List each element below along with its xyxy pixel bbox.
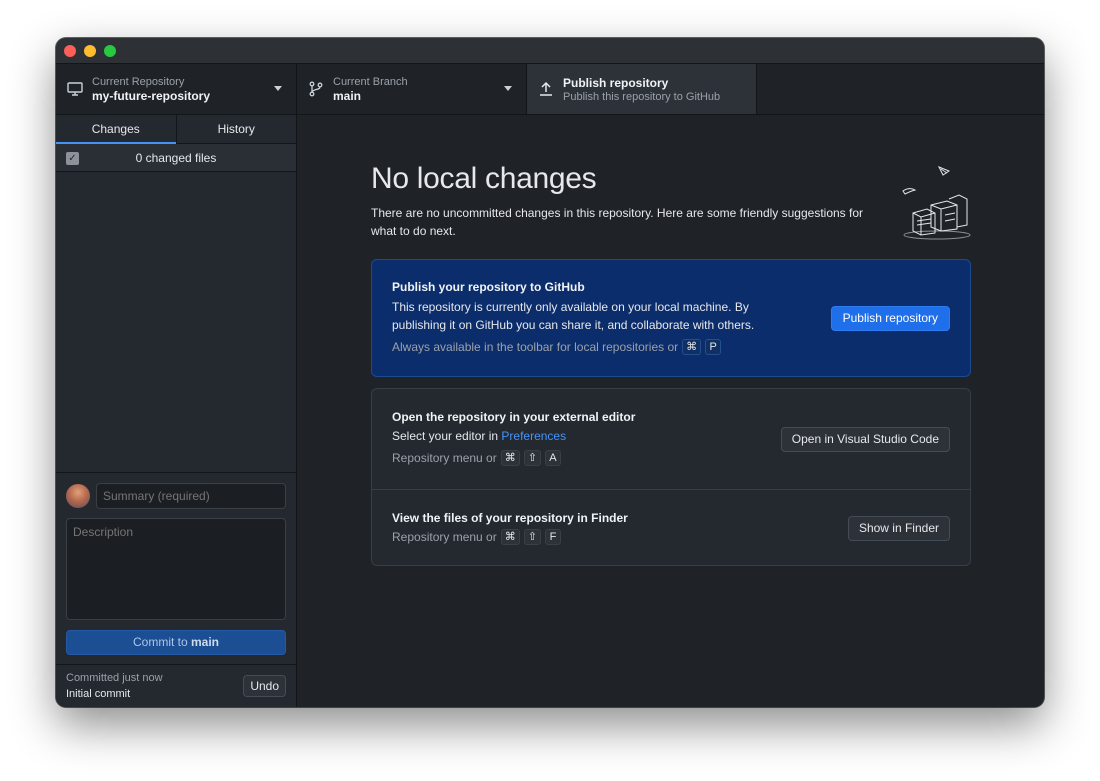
empty-state-illustration — [902, 166, 971, 240]
branch-icon — [309, 81, 323, 97]
commit-button[interactable]: Commit to main — [66, 630, 286, 655]
upload-icon — [540, 81, 552, 96]
branch-label: Current Branch — [333, 76, 408, 88]
chevron-down-icon — [274, 86, 282, 91]
toolbar: Current Repository my-future-repository … — [56, 64, 1044, 115]
command-key: ⌘ — [682, 339, 702, 355]
preferences-link[interactable]: Preferences — [501, 429, 566, 443]
commit-button-prefix: Commit to — [132, 635, 191, 649]
open-in-editor-button[interactable]: Open in Visual Studio Code — [780, 427, 950, 452]
zoom-window-button[interactable] — [104, 45, 116, 57]
editor-hint-text: Repository menu or — [392, 451, 497, 465]
undo-button[interactable]: Undo — [243, 675, 286, 697]
repository-label: Current Repository — [92, 76, 185, 88]
current-repository-dropdown[interactable]: Current Repository my-future-repository — [56, 64, 297, 114]
f-key: F — [544, 529, 561, 545]
publish-repository-button[interactable]: Publish repository — [830, 306, 950, 331]
publish-repository-toolbar-button[interactable]: Publish repository Publish this reposito… — [527, 64, 757, 114]
a-key: A — [544, 450, 561, 466]
shift-key: ⇧ — [523, 450, 541, 466]
actions-card: Open the repository in your external edi… — [371, 388, 971, 566]
editor-row: Open the repository in your external edi… — [372, 389, 970, 489]
description-field[interactable] — [66, 518, 286, 620]
app-window: Current Repository my-future-repository … — [56, 38, 1044, 707]
editor-hint: Repository menu or ⌘ ⇧ A — [392, 450, 561, 466]
tab-changes[interactable]: Changes — [56, 115, 176, 144]
summary-input[interactable] — [96, 483, 286, 509]
changes-header: ✓ 0 changed files — [56, 144, 296, 172]
commit-area: Commit to main — [56, 472, 296, 664]
editor-desc-prefix: Select your editor in — [392, 429, 502, 443]
avatar — [66, 484, 90, 508]
repository-name: my-future-repository — [92, 89, 211, 103]
main-panel: No local changes There are no uncommitte… — [297, 115, 1044, 707]
command-key: ⌘ — [500, 450, 520, 466]
publish-subtitle: Publish this repository to GitHub — [563, 91, 721, 103]
publish-card-description: This repository is currently only availa… — [392, 300, 755, 332]
last-commit-time: Committed just now — [66, 672, 163, 684]
publish-card-title: Publish your repository to GitHub — [392, 280, 585, 294]
page-description: There are no uncommitted changes in this… — [371, 206, 864, 238]
shift-key: ⇧ — [523, 529, 541, 545]
commit-button-branch: main — [191, 635, 220, 649]
close-window-button[interactable] — [64, 45, 76, 57]
publish-card: Publish your repository to GitHub This r… — [371, 259, 971, 377]
finder-hint: Repository menu or ⌘ ⇧ F — [392, 529, 561, 545]
sidebar: Changes History ✓ 0 changed files Commit… — [56, 115, 297, 707]
last-commit-panel: Committed just now Initial commit Undo — [56, 664, 296, 707]
sidebar-tabs: Changes History — [56, 115, 296, 144]
command-key: ⌘ — [500, 529, 520, 545]
p-key: P — [705, 339, 722, 355]
finder-row: View the files of your repository in Fin… — [372, 489, 970, 566]
last-commit-message: Initial commit — [66, 688, 131, 700]
title-bar — [56, 38, 1044, 64]
show-in-finder-button[interactable]: Show in Finder — [847, 516, 950, 541]
publish-hint-text: Always available in the toolbar for loca… — [392, 340, 679, 354]
branch-name: main — [333, 89, 362, 103]
changed-files-count: 0 changed files — [135, 150, 217, 165]
publish-title: Publish repository — [563, 76, 669, 90]
tab-history[interactable]: History — [175, 115, 297, 143]
editor-description: Select your editor in Preferences — [392, 427, 566, 445]
minimize-window-button[interactable] — [84, 45, 96, 57]
current-branch-dropdown[interactable]: Current Branch main — [297, 64, 527, 114]
chevron-down-icon — [504, 86, 512, 91]
select-all-checkbox[interactable]: ✓ — [66, 152, 79, 165]
finder-hint-text: Repository menu or — [392, 530, 497, 544]
page-title: No local changes — [371, 162, 597, 195]
editor-title: Open the repository in your external edi… — [392, 410, 636, 424]
finder-title: View the files of your repository in Fin… — [392, 511, 628, 525]
publish-card-hint: Always available in the toolbar for loca… — [392, 339, 722, 355]
desktop-icon — [67, 82, 83, 96]
